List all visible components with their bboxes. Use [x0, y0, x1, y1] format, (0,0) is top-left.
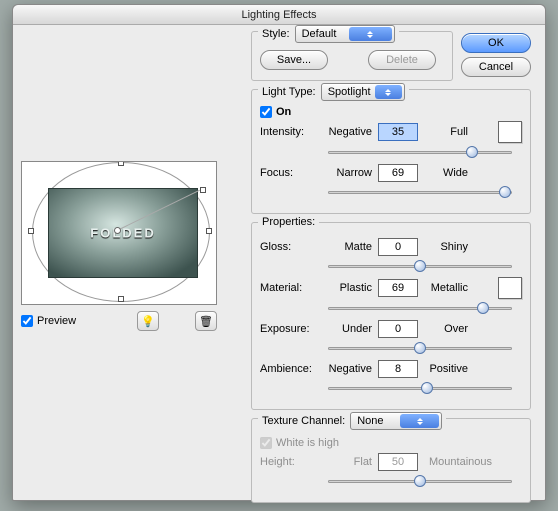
- height-slider: [328, 474, 512, 488]
- exposure-left: Under: [326, 323, 376, 335]
- focus-input[interactable]: [378, 164, 418, 182]
- intensity-right: Full: [420, 126, 468, 138]
- lightbulb-button[interactable]: 💡: [137, 311, 159, 331]
- save-button[interactable]: Save...: [260, 50, 328, 70]
- texture-legend: Texture Channel: None: [258, 412, 446, 430]
- ambience-slider[interactable]: [328, 381, 512, 395]
- light-type-legend: Light Type: Spotlight: [258, 83, 409, 101]
- focus-label: Focus:: [260, 167, 322, 179]
- ambience-left: Negative: [326, 363, 376, 375]
- focus-slider[interactable]: [328, 185, 512, 199]
- ellipse-handle[interactable]: [28, 228, 34, 234]
- focus-right: Wide: [420, 167, 468, 179]
- ellipse-handle[interactable]: [118, 161, 124, 166]
- intensity-label: Intensity:: [260, 126, 322, 138]
- material-slider[interactable]: [328, 301, 512, 315]
- gloss-slider[interactable]: [328, 259, 512, 273]
- on-check-input[interactable]: [260, 106, 272, 118]
- intensity-left: Negative: [326, 126, 376, 138]
- lighting-effects-dialog: Lighting Effects FOLDED Preview: [12, 4, 546, 501]
- ambience-input[interactable]: [378, 360, 418, 378]
- texture-value: None: [357, 415, 396, 427]
- focus-left: Narrow: [326, 167, 376, 179]
- lightbulb-icon: 💡: [141, 315, 155, 328]
- ambience-right: Positive: [420, 363, 468, 375]
- cancel-button[interactable]: Cancel: [461, 57, 531, 77]
- dropdown-arrows-icon: [400, 414, 439, 428]
- direction-handle[interactable]: [200, 187, 206, 193]
- ok-button[interactable]: OK: [461, 33, 531, 53]
- preview-canvas[interactable]: FOLDED: [21, 161, 217, 305]
- gloss-label: Gloss:: [260, 241, 322, 253]
- material-input[interactable]: [378, 279, 418, 297]
- ellipse-handle[interactable]: [118, 296, 124, 302]
- gloss-right: Shiny: [420, 241, 468, 253]
- intensity-slider[interactable]: [328, 145, 512, 159]
- preview-check-input[interactable]: [21, 315, 33, 327]
- light-type-select[interactable]: Spotlight: [321, 83, 405, 101]
- dialog-title: Lighting Effects: [13, 5, 545, 25]
- properties-legend: Properties:: [258, 216, 319, 228]
- style-value: Default: [302, 28, 345, 40]
- exposure-input[interactable]: [378, 320, 418, 338]
- trash-button[interactable]: 🗑: [195, 311, 217, 331]
- dropdown-arrows-icon: [349, 27, 392, 41]
- texture-channel-select[interactable]: None: [350, 412, 442, 430]
- white-is-high-checkbox: White is high: [260, 437, 339, 449]
- light-color-swatch[interactable]: [498, 121, 522, 143]
- white-is-high-label: White is high: [276, 437, 339, 449]
- height-left: Flat: [326, 456, 376, 468]
- material-right: Metallic: [420, 282, 468, 294]
- properties-group: Properties: Gloss: Matte Shiny Material:: [251, 222, 531, 410]
- ambience-label: Ambience:: [260, 363, 322, 375]
- texture-group: Texture Channel: None White is high Heig…: [251, 418, 531, 503]
- style-legend: Style: Default: [258, 25, 399, 43]
- preview-checkbox[interactable]: Preview: [21, 315, 76, 327]
- height-label: Height:: [260, 456, 322, 468]
- exposure-label: Exposure:: [260, 323, 322, 335]
- material-label: Material:: [260, 282, 322, 294]
- dropdown-arrows-icon: [375, 85, 402, 99]
- light-type-value: Spotlight: [328, 86, 371, 98]
- on-label: On: [276, 106, 291, 118]
- height-right: Mountainous: [420, 456, 492, 468]
- gloss-left: Matte: [326, 241, 376, 253]
- height-input: [378, 453, 418, 471]
- delete-button: Delete: [368, 50, 436, 70]
- intensity-input[interactable]: [378, 123, 418, 141]
- style-group: Style: Default Save... Delete: [251, 31, 453, 81]
- exposure-right: Over: [420, 323, 468, 335]
- style-select[interactable]: Default: [295, 25, 395, 43]
- white-is-high-input: [260, 437, 272, 449]
- material-left: Plastic: [326, 282, 376, 294]
- ambient-color-swatch[interactable]: [498, 277, 522, 299]
- on-checkbox[interactable]: On: [260, 106, 291, 118]
- light-center-handle[interactable]: [114, 227, 121, 234]
- ellipse-handle[interactable]: [206, 228, 212, 234]
- trash-icon: 🗑: [199, 315, 213, 328]
- preview-label: Preview: [37, 315, 76, 327]
- light-type-group: Light Type: Spotlight On Intensity:: [251, 89, 531, 214]
- gloss-input[interactable]: [378, 238, 418, 256]
- exposure-slider[interactable]: [328, 341, 512, 355]
